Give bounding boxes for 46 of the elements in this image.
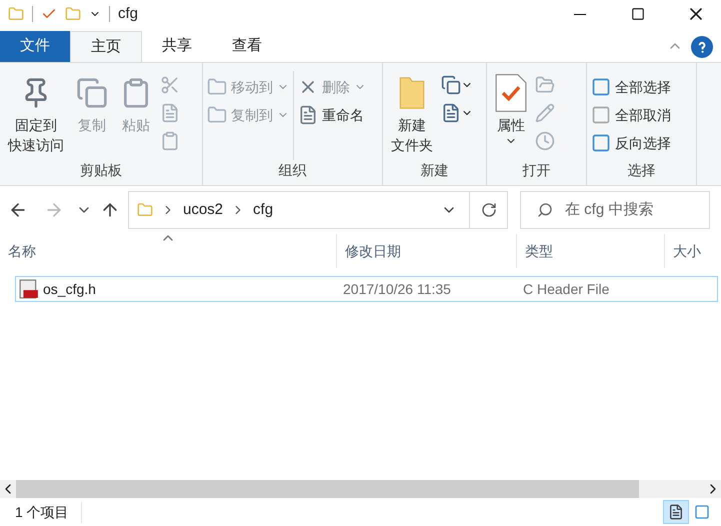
ribbon-tab[interactable]: 文件 bbox=[0, 31, 70, 62]
ribbon-large-button[interactable]: 固定到 快速访问 bbox=[4, 71, 68, 160]
open-icon bbox=[535, 75, 555, 95]
file-type: C Header File bbox=[522, 280, 610, 298]
group-label: 打开 bbox=[522, 161, 552, 180]
scissors-icon bbox=[160, 75, 180, 95]
refresh-icon[interactable] bbox=[480, 202, 496, 218]
details-view-button[interactable] bbox=[663, 500, 689, 524]
ribbon-small-button[interactable]: 全部选择 bbox=[591, 75, 671, 99]
search-icon bbox=[537, 202, 553, 218]
file-date: 2017/10/26 11:35 bbox=[342, 280, 452, 298]
ribbon-tab[interactable]: 查看 bbox=[212, 31, 282, 62]
window-title: cfg bbox=[118, 4, 138, 24]
group-label: 选择 bbox=[626, 161, 656, 180]
ribbon-large-button[interactable]: 属性 bbox=[491, 71, 531, 160]
file-name: os_cfg.h bbox=[43, 280, 96, 299]
column-header[interactable]: 大小 bbox=[665, 234, 721, 268]
ribbon-tab[interactable]: 主页 bbox=[70, 31, 142, 62]
group-label: 组织 bbox=[278, 161, 308, 180]
ribbon-tab[interactable]: 共享 bbox=[142, 31, 212, 62]
folder-icon bbox=[398, 75, 426, 111]
header-file-icon bbox=[19, 279, 39, 299]
folder-arrow-icon bbox=[207, 77, 227, 97]
ribbon-small-button[interactable]: 全部取消 bbox=[591, 103, 671, 127]
rename-icon bbox=[298, 105, 318, 125]
address-bar[interactable]: ucos2 cfg bbox=[128, 191, 508, 229]
copy-icon bbox=[76, 77, 108, 109]
column-header[interactable]: 类型 bbox=[517, 234, 665, 268]
ribbon-small-button[interactable]: 反向选择 bbox=[591, 131, 671, 155]
search-field[interactable]: 在 cfg 中搜索 bbox=[520, 191, 710, 229]
details-icon bbox=[668, 504, 684, 520]
ribbon-small-button[interactable]: 重命名 bbox=[298, 103, 366, 127]
ribbon-large-button[interactable]: 新建 文件夹 bbox=[387, 71, 437, 160]
group-label: 新建 bbox=[420, 161, 450, 180]
folder-icon bbox=[137, 202, 153, 218]
help-icon[interactable] bbox=[691, 36, 713, 58]
column-header[interactable]: 修改日期 bbox=[337, 234, 517, 268]
column-header[interactable]: 名称 bbox=[0, 234, 337, 268]
breadcrumb[interactable]: ucos2 bbox=[183, 198, 224, 222]
status-text: 1 个项目 bbox=[15, 502, 82, 522]
group-label: 剪贴板 bbox=[79, 161, 123, 180]
file-row[interactable]: os_cfg.h 2017/10/26 11:35 C Header File bbox=[15, 276, 718, 302]
maximize-icon bbox=[631, 7, 645, 21]
folder-arrow-icon bbox=[207, 105, 227, 125]
breadcrumb[interactable]: cfg bbox=[253, 198, 274, 222]
edit-icon bbox=[535, 103, 555, 123]
